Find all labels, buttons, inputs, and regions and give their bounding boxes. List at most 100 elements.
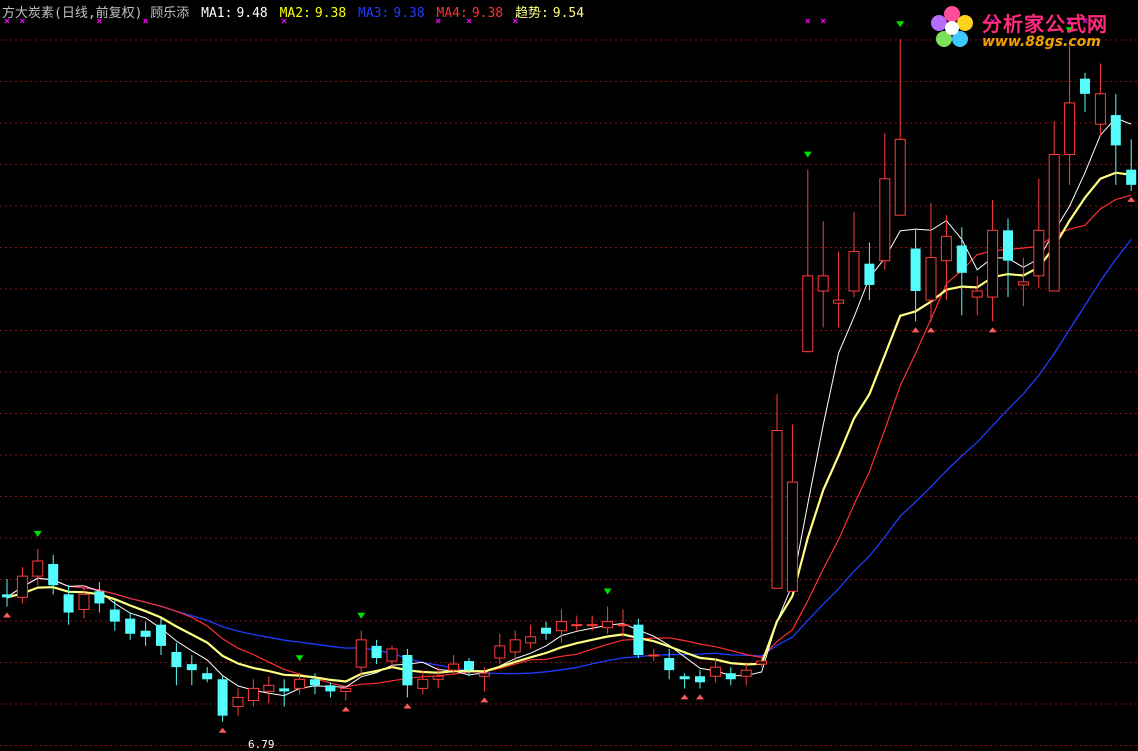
candle-body-down — [217, 679, 228, 716]
top-marker-icon — [820, 18, 826, 24]
ma2-label: MA2: — [279, 6, 311, 21]
candle-body-up — [602, 621, 614, 629]
buy-arrow-icon — [927, 327, 935, 333]
candle-body-up — [786, 481, 798, 592]
buy-arrow-icon — [218, 727, 227, 733]
buy-arrow-icon — [341, 706, 350, 712]
candle-body-down — [864, 263, 875, 285]
ma1-line — [6, 117, 1132, 697]
candle-body-down — [1110, 115, 1121, 146]
site-logo[interactable]: 分析家公式网 www.88gs.com — [928, 4, 1128, 52]
candle-body-up — [355, 639, 367, 668]
candle-body-down — [140, 630, 151, 637]
candle-body-down — [541, 627, 551, 634]
trend-label: 趋势: — [514, 6, 549, 21]
candle-body-up — [740, 669, 752, 677]
candle-body-up — [32, 560, 44, 577]
stock-title: 方大炭素(日线,前复权) 顾乐添 — [2, 6, 190, 21]
candle-body-down — [156, 624, 166, 646]
candle-body-up — [894, 138, 906, 216]
candle-body-down — [186, 664, 197, 671]
candle-body-up — [987, 229, 999, 298]
sell-arrow-icon — [896, 21, 905, 28]
ma1-label: MA1: — [201, 6, 233, 21]
candle-body-down — [310, 679, 320, 686]
buy-arrow-icon — [1127, 196, 1136, 202]
candle-body-up — [802, 275, 814, 353]
candle-body-down — [109, 609, 120, 622]
buy-arrow-icon — [988, 327, 997, 333]
candle-body-up — [247, 687, 259, 701]
candle-body-up — [417, 678, 429, 689]
ma3-value: 9.38 — [393, 6, 425, 21]
ma1-value: 9.48 — [236, 6, 268, 21]
candle-body-up — [771, 430, 783, 589]
trend-value: 9.54 — [552, 6, 585, 21]
candle-body-down — [679, 676, 690, 680]
candle-body-up — [232, 696, 244, 708]
logo-url: www.88gs.com — [982, 34, 1101, 50]
candle-body-down — [695, 676, 705, 683]
flower-logo-icon — [931, 6, 973, 47]
candle-body-up — [848, 251, 860, 292]
candle-body-up — [386, 648, 398, 662]
candle-body-up — [78, 593, 90, 610]
candle-body-down — [725, 673, 736, 680]
candle-body-up — [756, 660, 768, 665]
candle-body-down — [464, 661, 474, 671]
candle-body-down — [402, 655, 413, 686]
sell-arrow-icon — [357, 612, 366, 619]
candle-body-down — [94, 591, 105, 604]
candle-body-down — [279, 688, 290, 692]
buy-arrow-icon — [480, 697, 489, 703]
candle-body-down — [664, 658, 675, 671]
ma4-value: 9.38 — [471, 6, 504, 21]
candle-body-up — [16, 575, 28, 598]
candle-body-up — [925, 257, 937, 301]
candle-body-up — [648, 654, 660, 657]
top-marker-icon — [805, 18, 811, 24]
candle-body-up — [263, 684, 275, 692]
candle-body-down — [48, 564, 59, 586]
candle-body-up — [971, 290, 983, 298]
sell-arrow-icon — [803, 151, 812, 158]
candle-body-up — [1064, 102, 1076, 155]
candle-body-up — [494, 645, 506, 659]
buy-arrow-icon — [911, 327, 920, 333]
candle-body-up — [1033, 229, 1045, 277]
candle-body-down — [633, 624, 644, 655]
candle-body-up — [833, 299, 845, 304]
candle-body-up — [879, 178, 891, 262]
ma3-line — [6, 239, 1132, 675]
ma2-value: 9.38 — [314, 6, 347, 21]
candle-body-down — [63, 594, 74, 613]
candle-body-down — [1080, 78, 1090, 94]
candle-body-up — [1094, 93, 1106, 125]
candle-body-up — [509, 639, 521, 653]
buy-arrow-icon — [680, 694, 689, 700]
candle-body-up — [1048, 154, 1060, 292]
chart-header: 方大炭素(日线,前复权) 顾乐添 MA1: 9.48 MA2: 9.38 MA3: 9… — [2, 2, 588, 21]
chart-canvas — [0, 18, 1138, 746]
candle-body-up — [478, 672, 490, 677]
candle-body-down — [171, 651, 182, 668]
candle-body-down — [202, 673, 213, 680]
sell-arrow-icon — [603, 588, 612, 595]
buy-arrow-icon — [696, 694, 704, 700]
candle-body-down — [2, 594, 12, 598]
logo-text: 分析家公式网 — [982, 12, 1108, 36]
candle-body-down — [325, 685, 336, 692]
candlestick-chart[interactable]: 方大炭素(日线,前复权) 顾乐添 MA1: 9.48 MA2: 9.38 MA3: 9… — [0, 0, 1138, 751]
sell-arrow-icon — [33, 530, 42, 537]
candle-body-up — [340, 687, 352, 692]
candle-body-down — [371, 645, 382, 659]
buy-arrow-icon — [3, 612, 11, 618]
low-price-label: 6.79 — [248, 738, 275, 751]
candle-body-down — [1126, 169, 1137, 185]
candle-body-up — [709, 666, 721, 677]
candle-body-down — [1003, 230, 1013, 261]
candle-body-up — [586, 624, 598, 627]
ma3-label: MA3: — [358, 6, 390, 21]
candle-body-down — [956, 245, 967, 273]
candle-body-up — [432, 675, 444, 680]
